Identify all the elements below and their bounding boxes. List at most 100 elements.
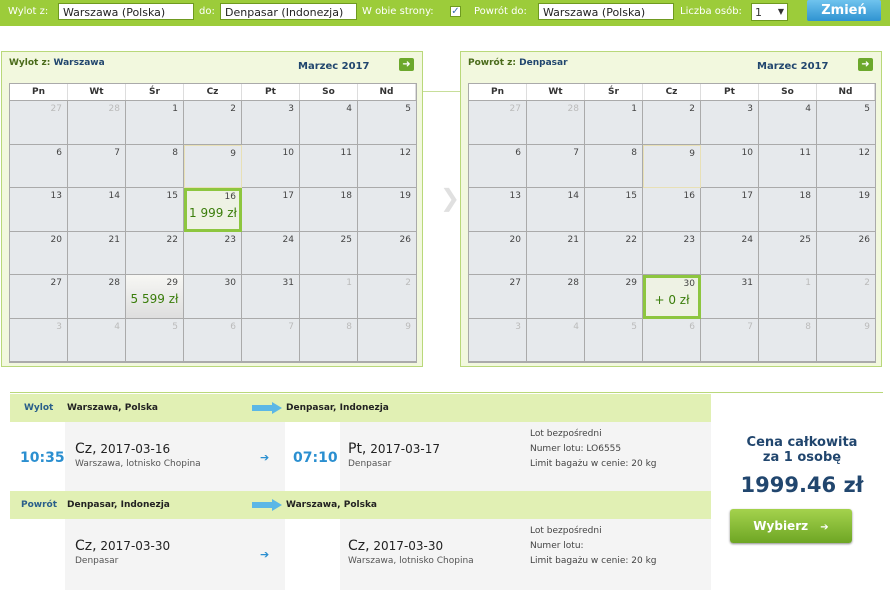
calendar-day[interactable]: 31 (701, 275, 759, 319)
calendar-day[interactable]: 18 (300, 188, 358, 232)
calendar-day[interactable]: 15 (585, 188, 643, 232)
calendar-day[interactable]: 21 (68, 231, 126, 275)
calendar-day[interactable]: 14 (527, 188, 585, 232)
pax-select[interactable]: 1 ▼ (751, 3, 788, 21)
calendar-day[interactable]: 25 (759, 231, 817, 275)
calendar-day[interactable]: 19 (817, 188, 875, 232)
calendar-day[interactable]: 7 (68, 144, 126, 188)
calendar-day[interactable]: 27 (10, 275, 68, 319)
calendar-day[interactable]: 7 (701, 318, 759, 362)
calendar-day[interactable]: 28 (527, 101, 585, 145)
calendar-day[interactable]: 1 (300, 275, 358, 319)
return-input[interactable]: Warszawa (Polska) (538, 3, 674, 20)
calendar-day[interactable]: 26 (358, 231, 416, 275)
day-number: 22 (625, 234, 637, 245)
calendar-day[interactable]: 9 (184, 144, 242, 188)
calendar-day[interactable]: 8 (585, 144, 643, 188)
calendar-day[interactable]: 22 (585, 231, 643, 275)
calendar-day[interactable]: 27 (10, 101, 68, 145)
calendar-day[interactable]: 20 (10, 231, 68, 275)
calendar-day[interactable]: 16 (643, 188, 701, 232)
calendar-day[interactable]: 30 (184, 275, 242, 319)
calendar-day[interactable]: 11 (759, 144, 817, 188)
calendar-day[interactable]: 5 (585, 318, 643, 362)
calendar-day[interactable]: 25 (300, 231, 358, 275)
from-input[interactable]: Warszawa (Polska) (58, 3, 194, 20)
calendar-day[interactable]: 13 (469, 188, 527, 232)
calendar-day[interactable]: 31 (242, 275, 300, 319)
calendar-day[interactable]: 28 (527, 275, 585, 319)
day-number: 28 (108, 278, 120, 288)
calendar-day[interactable]: 24 (701, 231, 759, 275)
calendar-day[interactable]: 11 (300, 144, 358, 188)
calendar-day[interactable]: 4 (527, 318, 585, 362)
day-number: 19 (399, 191, 411, 201)
calendar-day[interactable]: 1 (759, 275, 817, 319)
calendar-day[interactable]: 28 (68, 275, 126, 319)
calendar-day[interactable]: 3 (469, 318, 527, 362)
calendar-day[interactable]: 8 (126, 144, 184, 188)
calendar-day[interactable]: 4 (300, 101, 358, 145)
calendar-day[interactable]: 5 (817, 101, 875, 145)
calendar-day[interactable]: 7 (242, 318, 300, 362)
day-number: 25 (799, 234, 811, 245)
calendar-day[interactable]: 12 (358, 144, 416, 188)
calendar-day[interactable]: 5 (358, 101, 416, 145)
calendar-day[interactable]: 1 (585, 101, 643, 145)
weekday-label: So (759, 84, 817, 100)
calendar-day[interactable]: 1 (126, 101, 184, 145)
calendar-day[interactable]: 22 (126, 231, 184, 275)
calendar-day-selected[interactable]: 30 + 0 zł (643, 275, 701, 319)
calendar-day[interactable]: 5 (126, 318, 184, 362)
calendar-day[interactable]: 18 (759, 188, 817, 232)
calendar-day[interactable]: 12 (817, 144, 875, 188)
calendar-day[interactable]: 3 (242, 101, 300, 145)
calendar-day[interactable]: 14 (68, 188, 126, 232)
calendar-day[interactable]: 9 (817, 318, 875, 362)
calendar-day[interactable]: 13 (10, 188, 68, 232)
calendar-day[interactable]: 10 (701, 144, 759, 188)
calendar-day[interactable]: 24 (242, 231, 300, 275)
next-month-arrow-icon[interactable]: ➜ (399, 58, 414, 71)
calendar-day[interactable]: 3 (10, 318, 68, 362)
calendar-day[interactable]: 20 (469, 231, 527, 275)
calendar-day[interactable]: 27 (469, 275, 527, 319)
day-number: 1 (346, 278, 352, 288)
calendar-day[interactable]: 8 (300, 318, 358, 362)
calendar-day[interactable]: 29 5 599 zł (126, 275, 184, 319)
calendar-day[interactable]: 15 (126, 188, 184, 232)
calendar-day[interactable]: 4 (68, 318, 126, 362)
calendar-day[interactable]: 17 (701, 188, 759, 232)
calendar-day[interactable]: 23 (643, 231, 701, 275)
calendar-day[interactable]: 6 (10, 144, 68, 188)
calendar-day[interactable]: 6 (643, 318, 701, 362)
calendar-day[interactable]: 23 (184, 231, 242, 275)
select-flight-button[interactable]: Wybierz ➔ (730, 509, 852, 543)
change-search-button[interactable]: Zmień (807, 0, 881, 21)
day-price: 5 599 zł (130, 292, 179, 306)
roundtrip-checkbox[interactable]: ✓ (450, 6, 461, 17)
calendar-day[interactable]: 7 (527, 144, 585, 188)
calendar-day[interactable]: 3 (701, 101, 759, 145)
calendar-day[interactable]: 26 (817, 231, 875, 275)
calendar-day[interactable]: 9 (643, 144, 701, 188)
calendar-day[interactable]: 4 (759, 101, 817, 145)
calendar-day[interactable]: 10 (242, 144, 300, 188)
to-input[interactable]: Denpasar (Indonezja) (220, 3, 357, 20)
calendar-day[interactable]: 9 (358, 318, 416, 362)
calendar-day[interactable]: 17 (242, 188, 300, 232)
calendar-day[interactable]: 29 (585, 275, 643, 319)
calendar-day[interactable]: 6 (184, 318, 242, 362)
calendar-day[interactable]: 2 (817, 275, 875, 319)
calendar-day[interactable]: 21 (527, 231, 585, 275)
calendar-day[interactable]: 2 (643, 101, 701, 145)
calendar-day[interactable]: 19 (358, 188, 416, 232)
calendar-day[interactable]: 28 (68, 101, 126, 145)
next-month-arrow-icon[interactable]: ➜ (858, 58, 873, 71)
calendar-day[interactable]: 2 (184, 101, 242, 145)
calendar-day[interactable]: 27 (469, 101, 527, 145)
calendar-day[interactable]: 2 (358, 275, 416, 319)
calendar-day[interactable]: 6 (469, 144, 527, 188)
calendar-day-selected[interactable]: 16 1 999 zł (184, 188, 242, 232)
calendar-day[interactable]: 8 (759, 318, 817, 362)
